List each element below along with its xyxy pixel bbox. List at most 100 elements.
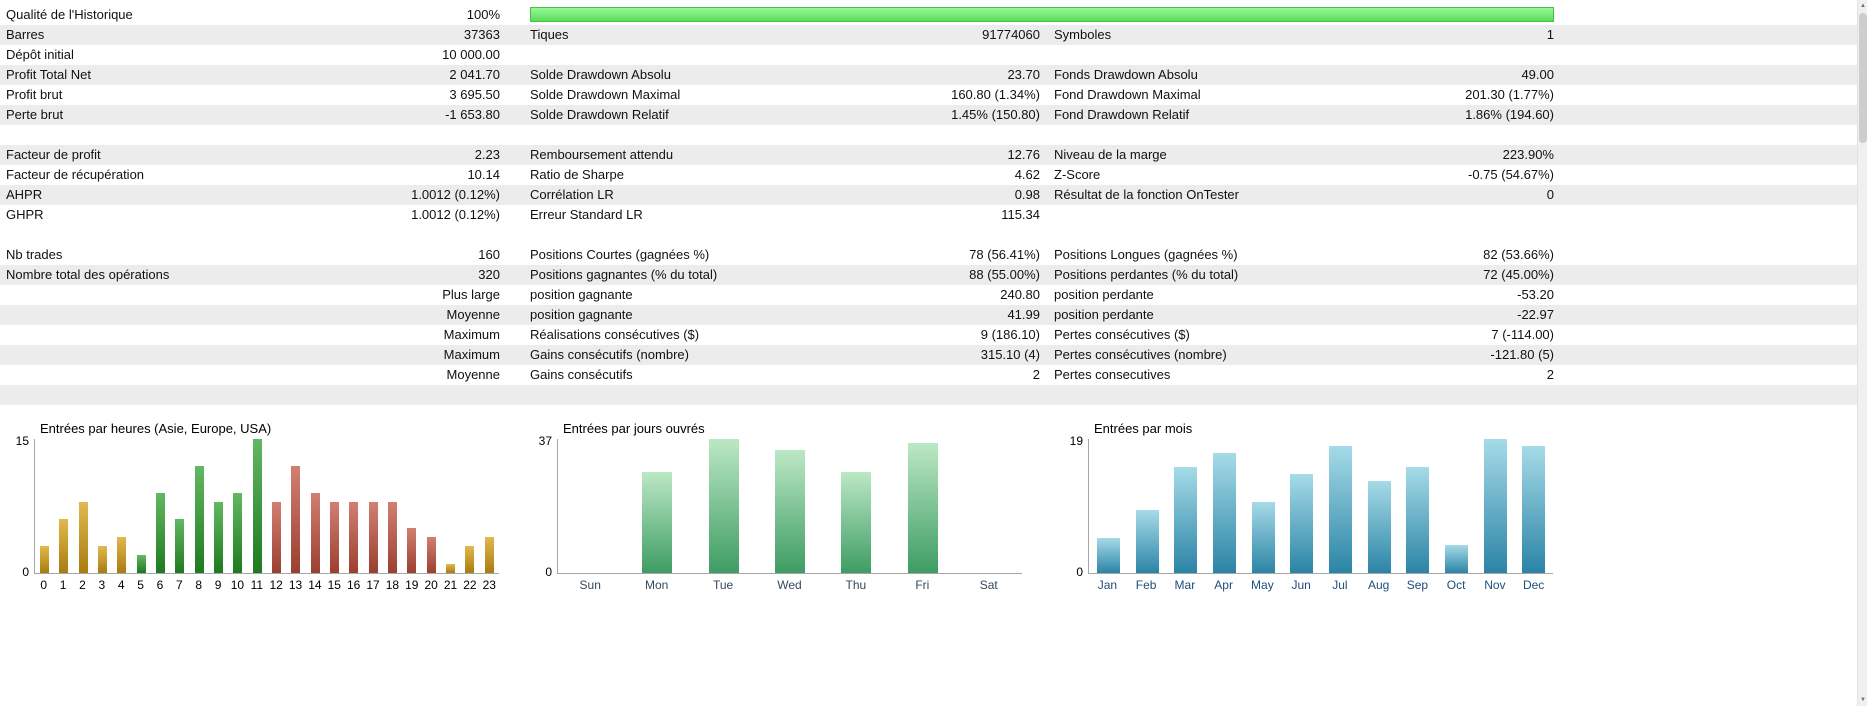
x-tick-label: 16 [347,578,361,592]
y-axis: 15 0 [8,434,34,579]
stat-label [530,45,860,65]
stat-label: position perdante [1054,287,1154,302]
stat-label [0,365,340,385]
chart-title: Entrées par heures (Asie, Europe, USA) [40,421,272,436]
table-row: Dépôt initial 10 000.00 [0,45,1857,65]
stat-value: Moyenne [446,307,500,322]
stat-value: -22.97 [1517,307,1554,322]
bar-18 [388,501,398,573]
x-tick-label: Oct [1446,578,1466,592]
stat-value: Maximum [443,327,500,342]
scrollbar[interactable]: ▲ ▼ [1857,0,1867,706]
stat-label: Corrélation LR [530,187,614,202]
stat-value: 315.10 (4) [980,347,1040,362]
bar-slot [1360,439,1399,573]
stat-value: 49.00 [1521,67,1554,82]
bar-Thu [841,471,872,573]
scroll-down-icon[interactable]: ▼ [1858,694,1867,706]
y-axis-max-label: 19 [1069,434,1083,448]
bar-slot [93,439,112,573]
bar-slot [112,439,131,573]
stat-label: Positions perdantes (% du total) [1054,267,1239,282]
stat-label: Qualité de l'Historique [6,7,133,22]
bar-20 [426,537,436,573]
bar-10 [233,492,243,573]
scrollbar-thumb[interactable] [1859,13,1867,143]
stat-label: Barres [6,27,45,42]
bar-slot [1089,439,1128,573]
stat-value [860,45,1040,65]
stat-value: 2 [1032,367,1040,382]
x-tick-label: May [1251,578,1274,592]
stat-label: Nombre total des opérations [6,267,170,282]
quality-row: Qualité de l'Historique 100% [0,5,1857,25]
stat-value: 160 [478,247,500,262]
bar-slot [228,439,247,573]
bar-slot [1437,439,1476,573]
bar-Jul [1328,446,1352,573]
bar-Feb [1135,509,1159,573]
x-tick-label: 15 [327,578,341,592]
bar-May [1251,502,1275,573]
plot-area [557,439,1022,574]
stat-value: -121.80 (5) [1490,347,1554,362]
x-tick-label: Thu [845,578,867,592]
x-tick-label: 23 [482,578,496,592]
bar-6 [156,492,166,573]
report-panel: Qualité de l'Historique 100% Barres 37363 Ti… [0,0,1857,592]
stat-value: 115.34 [1001,207,1040,222]
x-tick-label: 12 [269,578,283,592]
bar-slot [248,439,267,573]
stat-label [0,285,340,305]
x-tick-label: Jul [1332,578,1348,592]
x-tick-label: 13 [288,578,303,592]
stat-label [1054,205,1384,225]
plot-area [1088,439,1553,574]
stat-value: -53.20 [1517,287,1554,302]
stat-label: Fonds Drawdown Absolu [1054,67,1198,82]
bar-slot [74,439,93,573]
y-axis: 37 0 [531,434,557,579]
stat-label: Facteur de profit [6,147,101,162]
table-row: Maximum Réalisations consécutives ($) 9 (1… [0,325,1857,345]
bar-slot [757,439,823,573]
stat-label: Erreur Standard LR [530,207,643,222]
stat-value: 82 (53.66%) [1483,247,1554,262]
scroll-up-icon[interactable]: ▲ [1858,0,1867,12]
x-tick-label: 11 [250,578,264,592]
table-row: Facteur de récupération 10.14 Ratio de Sha… [0,165,1857,185]
x-tick-label: 17 [366,578,380,592]
stat-label: position gagnante [530,287,633,302]
x-tick-label: Dec [1522,578,1545,592]
bar-Mon [642,471,673,573]
x-axis-labels: Sun Mon Tue Wed Thu Fri Sat [557,578,1022,592]
x-tick-label: 10 [230,578,245,592]
stat-value: 240.80 [1000,287,1040,302]
bar-slot [691,439,757,573]
history-quality-bar [530,7,1554,22]
bar-12 [272,501,282,573]
x-tick-label: 19 [405,578,419,592]
stat-label: Positions Longues (gagnées %) [1054,247,1238,262]
bar-Apr [1212,453,1236,573]
y-axis-min-label: 0 [545,565,552,579]
x-tick-label: Mar [1174,578,1196,592]
stat-label: Tiques [530,27,569,42]
stat-value: 320 [478,267,500,282]
table-row: Moyenne position gagnante 41.99 position pe… [0,305,1857,325]
stat-value: 1.0012 (0.12%) [411,187,500,202]
x-tick-label: Fri [915,578,930,592]
table-row: Moyenne Gains consécutifs 2 Pertes consecut… [0,365,1857,385]
stat-label: Pertes consécutives (nombre) [1054,347,1227,362]
stat-label: Pertes consecutives [1054,367,1171,382]
bar-slot [383,439,402,573]
x-tick-label: 14 [308,578,322,592]
bar-slot [823,439,889,573]
x-tick-label: 6 [156,578,164,592]
stat-value: 4.62 [1014,167,1040,182]
x-tick-label: Nov [1484,578,1506,592]
stat-value: 91774060 [982,27,1040,42]
stat-label: Résultat de la fonction OnTester [1054,187,1239,202]
chart-weekdays: Entrées par jours ouvrés 37 0 Sun Mon Tue W… [531,421,1022,592]
x-tick-label: Sat [979,578,998,592]
